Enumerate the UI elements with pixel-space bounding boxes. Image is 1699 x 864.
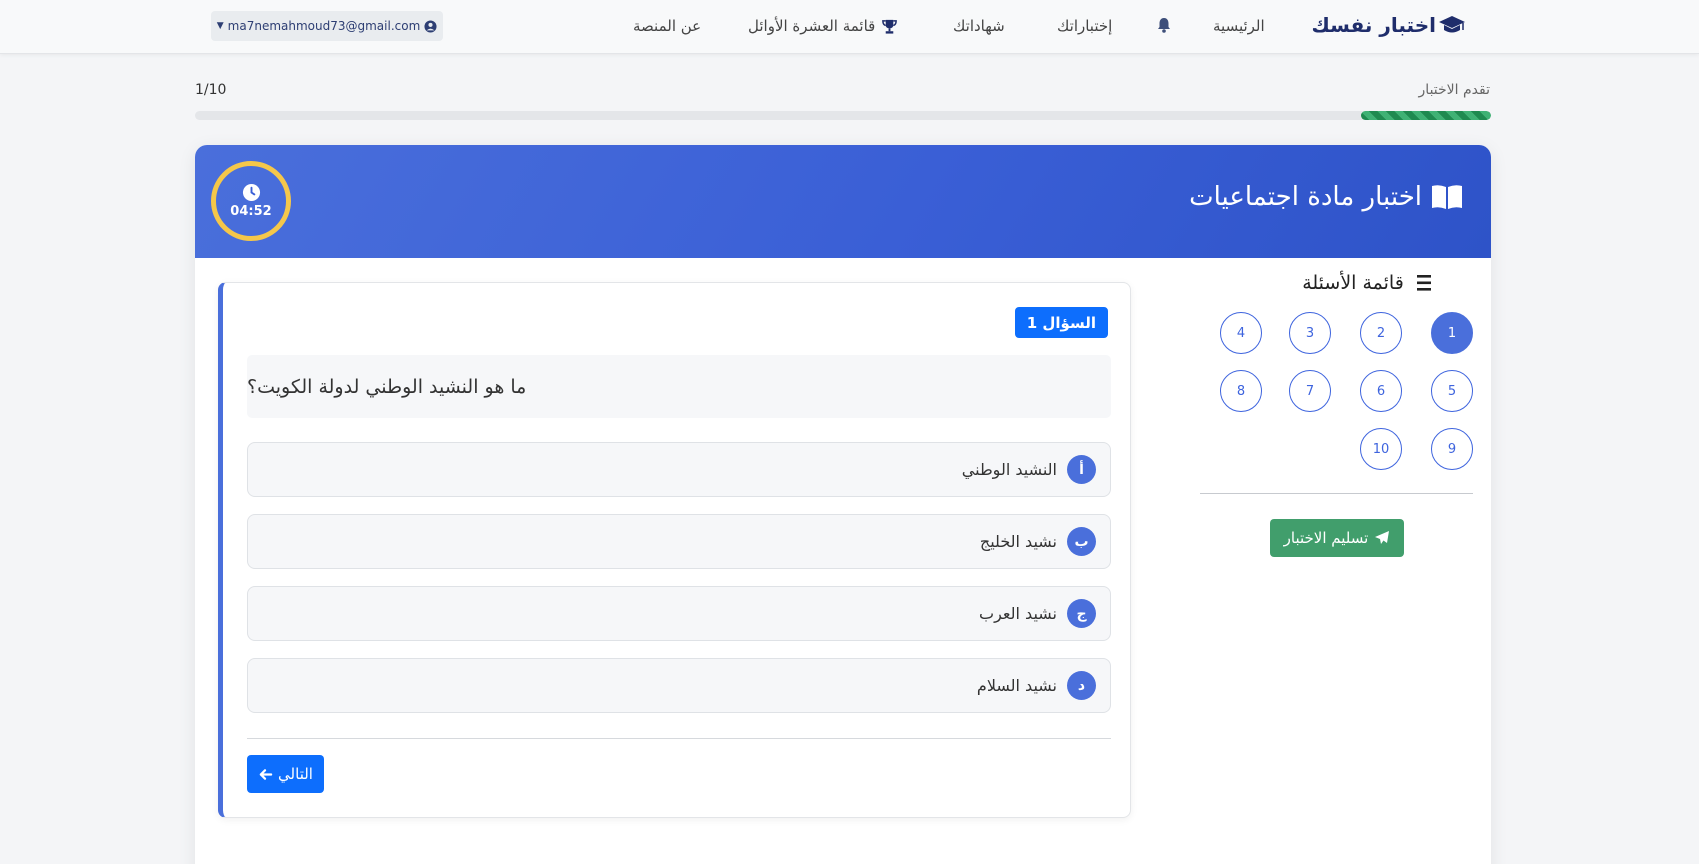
submit-exam-button[interactable]: تسليم الاختبار: [1270, 519, 1404, 557]
nav-exams[interactable]: إختباراتك: [1057, 17, 1112, 35]
countdown-timer: 04:52: [211, 161, 291, 241]
question-number-badge: السؤال 1: [1014, 307, 1108, 338]
question-nav-9[interactable]: 9: [1431, 428, 1473, 470]
nav-leaderboard-label: قائمة العشرة الأوائل: [748, 17, 876, 35]
answer-option-3[interactable]: ج نشيد العرب: [247, 586, 1111, 641]
question-nav-1[interactable]: 1: [1431, 312, 1473, 354]
exam-title-text: اختبار مادة اجتماعيات: [1189, 182, 1422, 212]
progress-bar-fill: [1361, 111, 1491, 120]
question-nav-4[interactable]: 4: [1220, 312, 1262, 354]
question-nav-7[interactable]: 7: [1289, 370, 1331, 412]
option-text: نشيد العرب: [979, 604, 1057, 623]
question-text: ما هو النشيد الوطني لدولة الكويت؟: [247, 355, 1111, 418]
answer-option-1[interactable]: أ النشيد الوطني: [247, 442, 1111, 497]
brand-name: اختبار نفسك: [1311, 13, 1436, 37]
progress-bar: [195, 111, 1491, 120]
question-list-title-text: قائمة الأسئلة: [1302, 272, 1404, 294]
user-email: ma7nemahmoud73@gmail.com: [227, 19, 421, 33]
list-ordered-icon: 1 2: [1416, 275, 1431, 291]
clock-icon: [242, 183, 260, 202]
paper-plane-icon: [1375, 531, 1390, 544]
answer-option-4[interactable]: د نشيد السلام: [247, 658, 1111, 713]
question-nav-10[interactable]: 10: [1360, 428, 1402, 470]
option-letter: أ: [1067, 455, 1096, 484]
question-nav-3[interactable]: 3: [1289, 312, 1331, 354]
option-letter: د: [1067, 671, 1096, 700]
nav-leaderboard[interactable]: قائمة العشرة الأوائل: [748, 17, 898, 35]
progress-count: 1/10: [195, 82, 227, 98]
open-book-icon: [1432, 185, 1462, 209]
user-circle-icon: [424, 19, 437, 33]
exam-title: اختبار مادة اجتماعيات: [1189, 182, 1464, 212]
arrow-left-icon: [259, 768, 273, 780]
option-text: نشيد السلام: [976, 676, 1057, 695]
question-nav-8[interactable]: 8: [1220, 370, 1262, 412]
nav-home[interactable]: الرئيسية: [1213, 17, 1265, 35]
exam-card: اختبار مادة اجتماعيات 04:52 1 2 قائمة ال…: [195, 145, 1491, 864]
graduation-cap-icon: [1439, 16, 1465, 33]
next-label: التالي: [278, 765, 313, 783]
question-card: السؤال 1 ما هو النشيد الوطني لدولة الكوي…: [218, 282, 1131, 818]
sidebar-divider: [1200, 493, 1473, 494]
question-list-title: 1 2 قائمة الأسئلة: [1267, 272, 1467, 294]
bell-icon[interactable]: [1155, 16, 1173, 34]
exam-header: اختبار مادة اجتماعيات 04:52: [195, 145, 1491, 258]
brand-logo[interactable]: اختبار نفسك: [1312, 13, 1466, 37]
progress-label: تقدم الاختبار: [1418, 82, 1490, 98]
chevron-down-icon: ▼: [216, 21, 224, 31]
question-divider: [247, 738, 1111, 739]
user-menu-dropdown[interactable]: ▼ ma7nemahmoud73@gmail.com: [211, 11, 443, 41]
nav-about[interactable]: عن المنصة: [633, 17, 701, 35]
top-navbar: اختبار نفسك الرئيسية إختباراتك شهاداتك ق…: [0, 0, 1699, 54]
trophy-icon: [882, 19, 898, 34]
timer-value: 04:52: [230, 204, 272, 219]
question-nav-2[interactable]: 2: [1360, 312, 1402, 354]
option-text: النشيد الوطني: [961, 460, 1057, 479]
next-question-button[interactable]: التالي: [247, 755, 324, 793]
submit-exam-label: تسليم الاختبار: [1283, 529, 1369, 547]
nav-certificates[interactable]: شهاداتك: [953, 17, 1005, 35]
option-text: نشيد الخليج: [979, 532, 1057, 551]
question-nav-5[interactable]: 5: [1431, 370, 1473, 412]
option-letter: ب: [1067, 527, 1096, 556]
answer-option-2[interactable]: ب نشيد الخليج: [247, 514, 1111, 569]
question-nav-6[interactable]: 6: [1360, 370, 1402, 412]
option-letter: ج: [1067, 599, 1096, 628]
